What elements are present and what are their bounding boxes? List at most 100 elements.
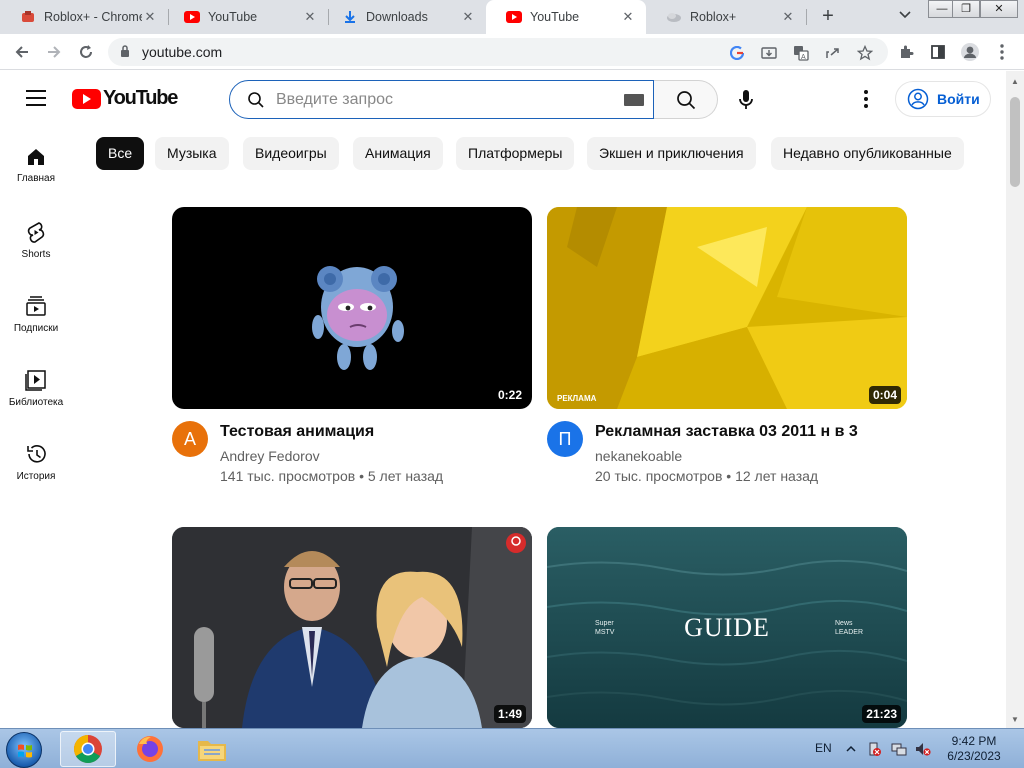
sidenav-label: Подписки [13,323,59,334]
avatar-letter: A [183,428,196,449]
forward-button[interactable] [42,40,66,64]
sign-in-button[interactable]: Войти [895,81,991,117]
browser-tab[interactable]: Roblox+ ✕ [646,0,806,34]
browser-tab[interactable]: YouTube ✕ [164,0,328,34]
sidenav-item-shorts[interactable]: Shorts [0,201,72,275]
search-button[interactable] [654,80,718,119]
scroll-up-icon[interactable]: ▲ [1011,77,1019,86]
action-center-icon[interactable] [867,742,881,756]
taskbar-file-explorer[interactable] [184,731,240,767]
youtube-logo[interactable]: YouTube [72,87,178,110]
new-tab-button[interactable]: + [817,6,839,28]
sidenav-label: История [16,471,56,482]
restore-button[interactable]: ❐ [952,0,980,18]
side-panel-button[interactable] [926,40,950,64]
close-icon[interactable]: ✕ [460,9,476,25]
close-icon[interactable]: ✕ [302,9,318,25]
browser-menu-button[interactable] [990,40,1014,64]
browser-tab[interactable]: Roblox+ - Chrome ✕ [0,0,168,34]
scrollbar-thumb[interactable] [1010,97,1020,187]
voice-search-button[interactable] [728,80,764,119]
chip-recently-uploaded[interactable]: Недавно опубликованные [771,137,964,170]
extensions-button[interactable] [894,40,918,64]
side-panel-icon [931,45,945,59]
logo-text: YouTube [103,87,178,109]
windows-logo-icon [18,744,32,758]
youtube-icon [506,9,522,25]
profile-button[interactable] [958,40,982,64]
thumbnail-right-label: News LEADER [835,620,864,636]
video-thumbnail[interactable]: 0:22 [172,207,532,409]
settings-menu-button[interactable] [858,87,874,111]
browser-tab-active[interactable]: YouTube ✕ [486,0,646,34]
chip-all[interactable]: Все [96,137,145,170]
video-thumbnail[interactable]: 1:49 [172,527,532,728]
folder-icon [198,741,226,761]
close-icon[interactable]: ✕ [142,9,158,25]
bookmark-star-icon[interactable] [856,44,874,62]
browser-tab-strip: Roblox+ - Chrome ✕ YouTube ✕ Downloads ✕… [0,0,1024,34]
sign-in-label: Войти [937,91,980,107]
show-hidden-icons-arrow[interactable] [845,742,859,756]
close-icon[interactable]: ✕ [780,9,796,25]
translate-icon[interactable]: A [792,44,810,62]
browser-tab[interactable]: Downloads ✕ [322,0,486,34]
install-app-icon[interactable] [760,44,778,62]
clock-date: 6/23/2023 [947,749,1001,763]
back-button[interactable] [10,40,34,64]
puzzle-icon [901,45,914,58]
volume-muted-icon[interactable] [915,742,931,756]
network-icon[interactable] [891,742,907,756]
sidenav-item-home[interactable]: Главная [0,127,72,201]
chip-animation[interactable]: Анимация [353,137,443,170]
svg-text:A: A [801,54,806,61]
search-icon [247,91,265,114]
video-thumbnail[interactable]: РЕКЛАМА 0:04 [547,207,907,409]
system-clock[interactable]: 9:42 PM 6/23/2023 [944,734,1004,764]
thumbnail-image [312,266,404,370]
channel-name[interactable]: Andrey Fedorov [220,448,320,464]
chip-action-adventure[interactable]: Экшен и приключения [587,137,756,170]
channel-name[interactable]: nekanekoable [595,448,682,464]
search-box[interactable] [229,80,654,119]
subscriptions-icon [26,296,46,316]
start-button[interactable] [6,732,42,768]
hamburger-menu-icon[interactable] [26,90,46,106]
firefox-icon [137,736,163,762]
sidenav-item-library[interactable]: Библиотека [0,349,72,423]
library-icon [25,370,46,391]
arrow-right-icon [48,46,61,58]
close-window-button[interactable]: ✕ [980,0,1018,18]
chip-videogames[interactable]: Видеоигры [243,137,339,170]
tab-search-button[interactable] [896,8,914,26]
page-scrollbar[interactable]: ▲ ▼ [1006,71,1024,728]
close-icon[interactable]: ✕ [620,9,636,25]
reload-button[interactable] [74,40,98,64]
video-title[interactable]: Тестовая анимация [220,423,374,441]
chip-platformers[interactable]: Платформеры [456,137,575,170]
share-icon[interactable] [824,44,842,62]
keyboard-icon[interactable] [624,94,644,106]
browser-toolbar: youtube.com A [0,34,1024,70]
windows-taskbar: EN 9:42 PM 6/23/2023 [0,728,1024,768]
taskbar-firefox[interactable] [122,731,178,767]
search-input[interactable] [276,88,606,112]
reload-icon [80,45,92,58]
taskbar-chrome[interactable] [60,731,116,767]
sidenav-item-subscriptions[interactable]: Подписки [0,275,72,349]
chip-music[interactable]: Музыка [155,137,229,170]
tab-title: Roblox+ - Chrome [44,10,142,24]
scroll-down-icon[interactable]: ▼ [1011,715,1019,724]
address-bar[interactable]: youtube.com A [108,38,888,66]
sidenav-label: Главная [16,173,56,184]
channel-avatar[interactable]: П [547,421,583,457]
lock-icon[interactable] [120,45,130,63]
tab-title: Downloads [366,10,428,24]
sidenav-item-history[interactable]: История [0,423,72,497]
channel-avatar[interactable]: A [172,421,208,457]
video-thumbnail[interactable]: GUIDE Super MSTV News LEADER 21:23 [547,527,907,728]
video-title[interactable]: Рекламная заставка 03 2011 н в 3 [595,423,858,441]
google-icon[interactable] [728,44,746,62]
video-duration: 0:04 [868,386,901,404]
keyboard-language[interactable]: EN [815,741,832,755]
